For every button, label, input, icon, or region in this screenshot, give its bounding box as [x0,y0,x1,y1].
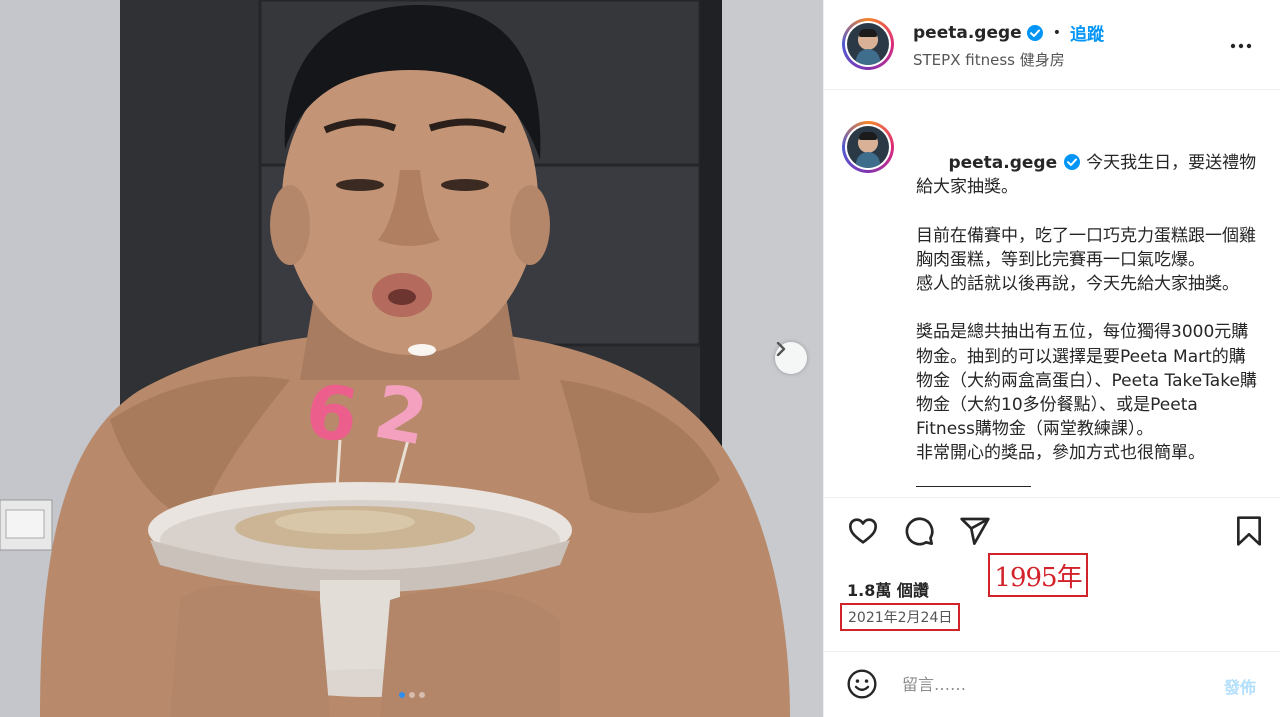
emoji-icon[interactable] [846,668,878,700]
caption-line-2: 目前在備賽中，吃了一口巧克力蛋糕跟一個雞胸肉蛋糕，等到比完賽再一口氣吃爆。 [916,225,1256,271]
caption-line-3: 感人的話就以後再說，今天先給大家抽獎。 [916,274,1239,295]
caption-avatar[interactable] [842,121,894,173]
share-send-icon[interactable] [959,515,991,547]
section-divider [824,497,1280,498]
annotation-label: 1995年 [988,553,1088,597]
carousel-indicator [0,692,823,698]
action-bar [824,515,1280,555]
caption-username[interactable]: peeta.gege [948,153,1057,173]
post-comment-button[interactable]: 發佈 [1224,674,1256,698]
header-username[interactable]: peeta.gege [913,23,1022,43]
verified-badge-icon [1026,24,1043,41]
location-link[interactable]: STEPX fitness 健身房 [913,49,1065,70]
carousel-next-button[interactable] [775,342,807,374]
like-count[interactable]: 1.8萬 個讚 [847,577,929,601]
carousel-dot-2 [408,692,415,698]
carousel-dot-3 [418,692,425,698]
post-date[interactable]: 2021年2月24日 [840,603,961,631]
post-caption: peeta.gege 今天我生日，要送禮物給大家抽獎。 目前在備賽中，吃了一口巧克… [916,127,1261,466]
chevron-right-icon [776,342,786,356]
comment-input[interactable] [902,672,1202,696]
photo-illustration: 6 2 [0,0,823,717]
verified-badge-icon [1064,154,1081,171]
post-header: peeta.gege • 追蹤 STEPX fitness 健身房 [824,0,1280,90]
comment-composer: 發佈 [824,652,1280,717]
post-photo[interactable]: 6 2 [0,0,823,717]
post-side-panel: peeta.gege • 追蹤 STEPX fitness 健身房 peeta.… [823,0,1280,717]
like-heart-icon[interactable] [847,515,879,547]
avatar[interactable] [842,18,894,70]
header-separator: • [1052,24,1061,41]
more-options-icon[interactable] [1229,34,1253,58]
save-bookmark-icon[interactable] [1234,515,1264,547]
caption-divider [916,486,1031,487]
caption-line-5: 獎品是總共抽出有五位，每位獨得3000元購物金。抽到的可以選擇是要Peeta M… [916,322,1257,440]
caption-line-6: 非常開心的獎品，參加方式也很簡單。 [916,443,1205,464]
follow-button[interactable]: 追蹤 [1070,20,1104,45]
carousel-dot-1 [398,692,405,698]
comment-bubble-icon[interactable] [903,515,935,547]
